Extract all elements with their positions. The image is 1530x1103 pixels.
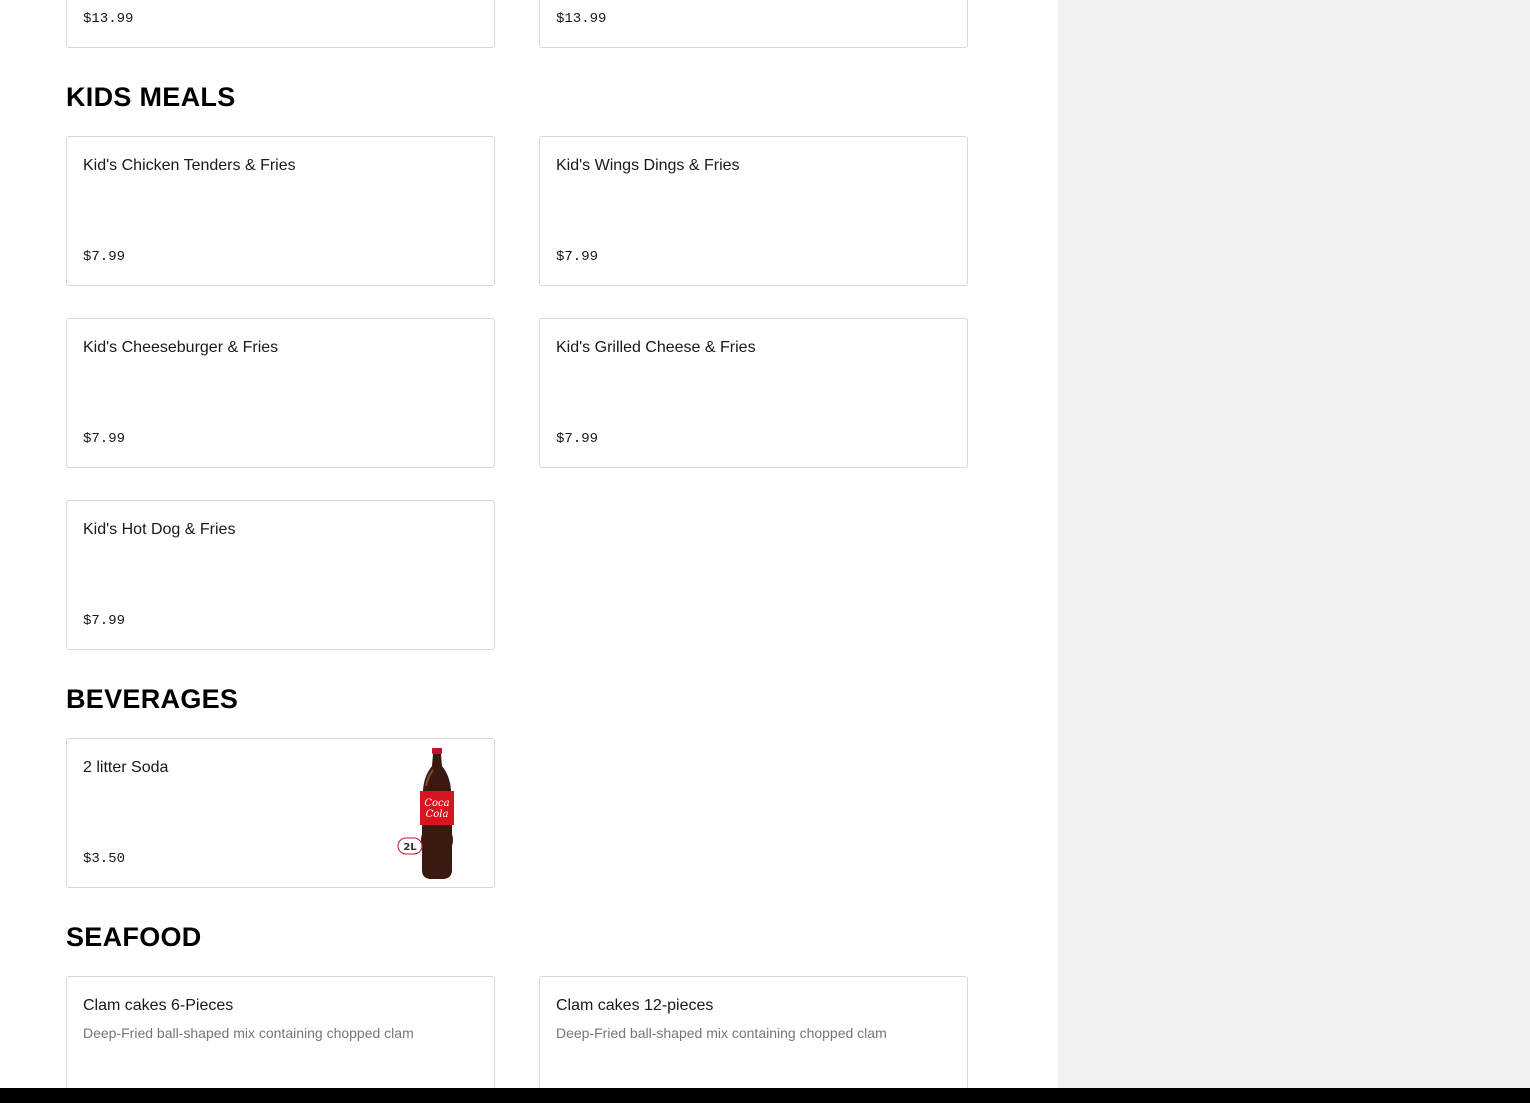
item-price: $7.99	[83, 431, 126, 447]
menu-item-card[interactable]: Kid's Cheeseburger & Fries $7.99	[66, 318, 495, 468]
svg-text:Cola: Cola	[426, 809, 449, 820]
item-name: 2 litter Soda	[83, 759, 169, 776]
item-name: Kid's Chicken Tenders & Fries	[83, 157, 296, 174]
menu-item-card[interactable]: Clam cakes 6-Pieces Deep-Fried ball-shap…	[66, 976, 495, 1103]
menu-content: $13.99 $13.99 KIDS MEALS Kid's Chicken T…	[0, 0, 1058, 1103]
svg-text:Coca: Coca	[424, 798, 449, 809]
section-title-seafood: SEAFOOD	[66, 922, 202, 952]
item-price: $7.99	[556, 249, 599, 265]
item-name: Clam cakes 12-pieces	[556, 997, 714, 1014]
section-title-beverages: BEVERAGES	[66, 684, 239, 714]
item-price: $7.99	[83, 613, 126, 629]
item-price: $7.99	[83, 249, 126, 265]
menu-item-card[interactable]: $13.99	[539, 0, 968, 48]
item-name: Kid's Cheeseburger & Fries	[83, 339, 279, 356]
item-price: $7.99	[556, 431, 599, 447]
svg-text:2L: 2L	[403, 842, 417, 853]
order-sidebar	[1058, 0, 1530, 1088]
menu-item-card[interactable]: $13.99	[66, 0, 495, 48]
menu-item-card[interactable]: Kid's Hot Dog & Fries $7.99	[66, 500, 495, 650]
menu-item-card[interactable]: Kid's Chicken Tenders & Fries $7.99	[66, 136, 495, 286]
item-price: $13.99	[556, 11, 607, 27]
item-description: Deep-Fried ball-shaped mix containing ch…	[556, 1025, 887, 1041]
soda-bottle-image: Coca Cola 2L	[397, 748, 454, 879]
menu-item-card[interactable]: Kid's Wings Dings & Fries $7.99	[539, 136, 968, 286]
item-price: $13.99	[83, 11, 134, 27]
bottom-bar	[0, 1088, 1530, 1103]
item-name: Kid's Wings Dings & Fries	[556, 157, 740, 174]
item-name: Kid's Grilled Cheese & Fries	[556, 339, 756, 356]
item-name: Kid's Hot Dog & Fries	[83, 521, 236, 538]
item-price: $3.50	[83, 851, 126, 867]
item-name: Clam cakes 6-Pieces	[83, 997, 234, 1014]
menu-item-card[interactable]: Clam cakes 12-pieces Deep-Fried ball-sha…	[539, 976, 968, 1103]
item-description: Deep-Fried ball-shaped mix containing ch…	[83, 1025, 414, 1041]
menu-item-card[interactable]: Kid's Grilled Cheese & Fries $7.99	[539, 318, 968, 468]
section-title-kids-meals: KIDS MEALS	[66, 82, 236, 112]
menu-item-card[interactable]: 2 litter Soda $3.50 Coca Cola 2L	[66, 738, 495, 888]
